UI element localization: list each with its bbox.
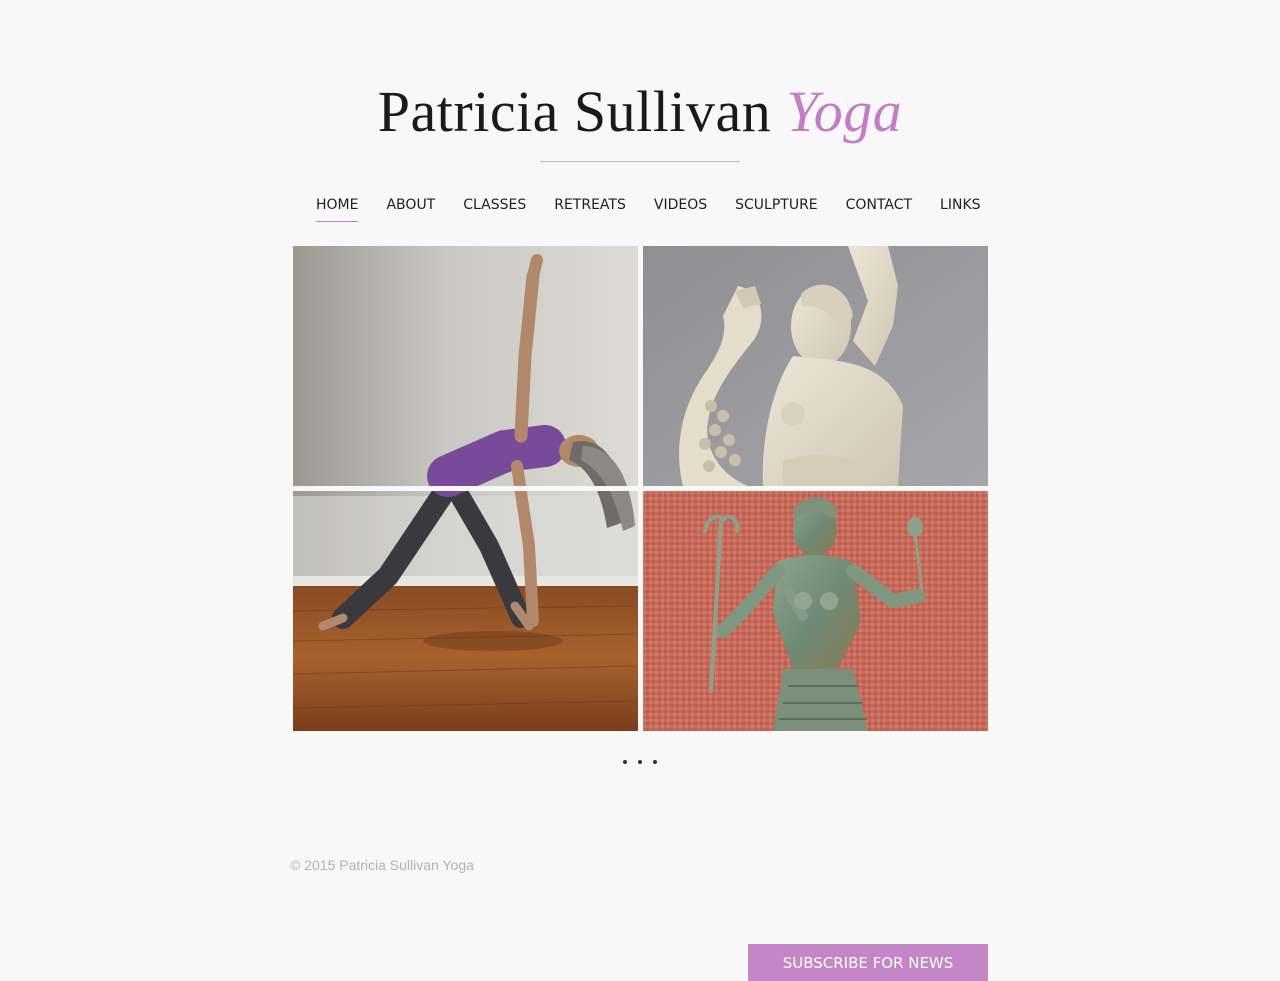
main-nav: HOME ABOUT CLASSES RETREATS VIDEOS SCULP… — [302, 194, 981, 224]
slide-dot-3[interactable] — [653, 760, 657, 764]
nav-item-contact[interactable]: CONTACT — [832, 194, 926, 224]
nav-item-home[interactable]: HOME — [302, 194, 372, 224]
slide-dot-1[interactable] — [623, 760, 627, 764]
white-sculpture-photo[interactable] — [643, 246, 988, 486]
title-divider — [540, 161, 740, 162]
site-title-accent: Yoga — [786, 79, 903, 144]
nav-item-sculpture[interactable]: SCULPTURE — [721, 194, 832, 224]
nav-item-retreats[interactable]: RETREATS — [540, 194, 640, 224]
nav-item-about[interactable]: ABOUT — [372, 194, 449, 224]
nav-item-links[interactable]: LINKS — [926, 194, 994, 224]
bronze-sculpture-photo[interactable] — [643, 491, 988, 731]
site-title: Patricia Sullivan Yoga — [0, 76, 1280, 148]
nav-item-classes[interactable]: CLASSES — [449, 194, 540, 224]
image-gallery[interactable] — [293, 246, 988, 731]
nav-item-videos[interactable]: VIDEOS — [640, 194, 721, 224]
slide-dot-2[interactable] — [638, 760, 642, 764]
site-title-main: Patricia Sullivan — [377, 79, 772, 144]
gallery-seam — [293, 486, 638, 491]
slideshow-pagination — [623, 760, 657, 764]
subscribe-button[interactable]: SUBSCRIBE FOR NEWS — [748, 944, 988, 981]
copyright-text: © 2015 Patricia Sullivan Yoga — [290, 857, 474, 873]
